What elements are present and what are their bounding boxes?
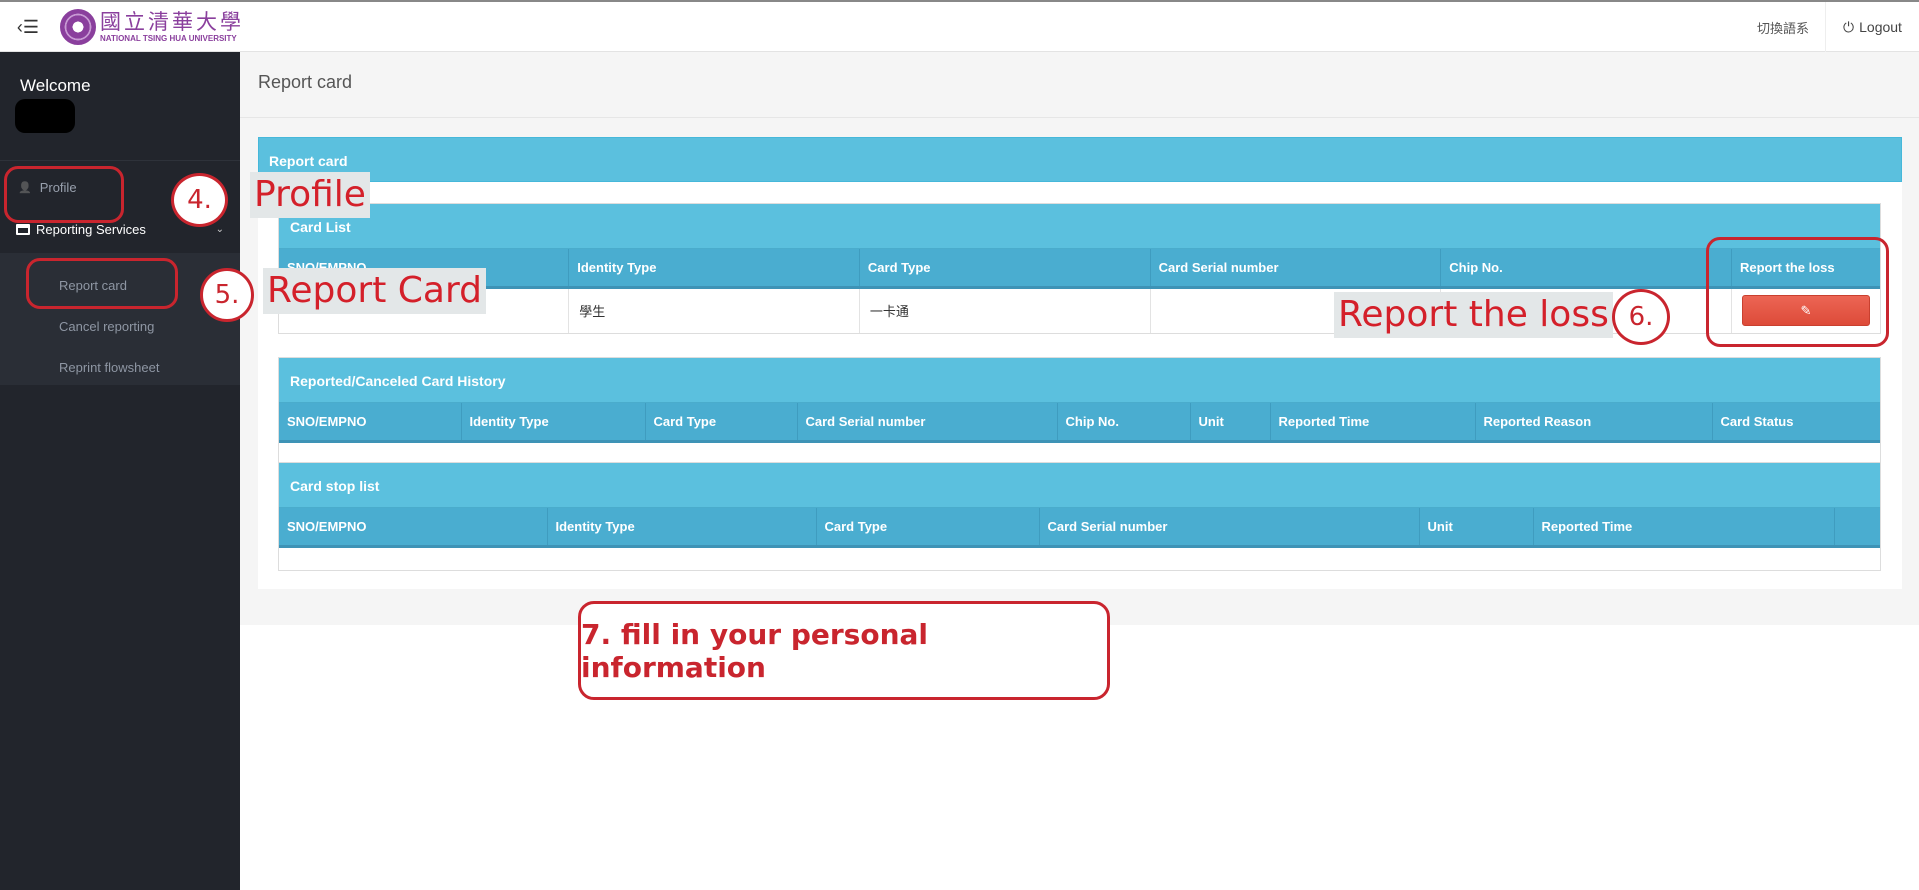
cell-card-type: 一卡通 <box>859 287 1151 333</box>
annotation-step-5: 5. <box>200 268 254 322</box>
column-header: Card Type <box>645 403 798 443</box>
column-header: Reported Time <box>1533 508 1835 548</box>
column-header: Reported Time <box>1270 403 1476 443</box>
column-header: Card Type <box>816 508 1040 548</box>
card-stop-list-heading: Card stop list <box>279 463 1880 508</box>
panel-heading: Report card <box>258 137 1902 182</box>
annotation-step-4: 4. <box>171 173 228 227</box>
column-header: Reported Reason <box>1475 403 1713 443</box>
card-history-heading: Reported/Canceled Card History <box>279 358 1880 403</box>
annotation-highlight-profile <box>4 166 124 223</box>
welcome-text: Welcome <box>20 76 91 95</box>
university-logo[interactable]: 國立清華大學 NATIONAL TSING HUA UNIVERSITY <box>60 6 244 48</box>
column-header: SNO/EMPNO <box>279 403 462 443</box>
column-header: Card Serial number <box>797 403 1058 443</box>
annotation-step-6: 6. <box>1612 289 1670 345</box>
main-content: Report card Report card Card List SNO/EM… <box>240 52 1919 625</box>
column-header: Card Serial number <box>1150 249 1442 289</box>
title-divider <box>240 117 1919 118</box>
logout-button[interactable]: ⏻ Logout <box>1825 2 1919 52</box>
page-title: Report card <box>258 72 353 92</box>
power-icon: ⏻ <box>1843 18 1855 35</box>
card-list-heading: Card List <box>279 204 1880 249</box>
empty-table-body <box>279 548 1880 570</box>
submenu-item-reprint-flowsheet[interactable]: Reprint flowsheet <box>59 360 159 375</box>
logo-chinese-name: 國立清華大學 <box>100 9 244 34</box>
annotation-highlight-report-loss <box>1706 237 1889 347</box>
top-navbar: ‹☰ 國立清華大學 NATIONAL TSING HUA UNIVERSITY … <box>0 0 1919 52</box>
card-stop-list-panel: Card stop list SNO/EMPNO Identity Type C… <box>278 462 1881 571</box>
column-header: Card Status <box>1712 403 1880 443</box>
credit-card-icon <box>16 223 30 235</box>
annotation-step-7-note: 7. fill in your personal information <box>578 601 1110 700</box>
sidebar-divider <box>0 160 240 161</box>
logo-english-name: NATIONAL TSING HUA UNIVERSITY <box>100 33 237 43</box>
card-history-table: SNO/EMPNO Identity Type Card Type Card S… <box>279 403 1880 443</box>
annotation-label-profile: Profile <box>250 172 370 218</box>
column-header: Chip No. <box>1440 249 1732 289</box>
university-seal-icon <box>60 9 96 45</box>
card-history-panel: Reported/Canceled Card History SNO/EMPNO… <box>278 357 1881 466</box>
chevron-down-icon: ⌄ <box>215 223 224 235</box>
annotation-label-report-card: Report Card <box>263 268 486 314</box>
cell-identity-type: 學生 <box>568 287 860 333</box>
redacted-username <box>15 99 75 133</box>
column-header: Unit <box>1419 508 1534 548</box>
annotation-label-report-loss: Report the loss <box>1334 292 1613 338</box>
sidebar-item-label: Reporting Services <box>36 221 146 237</box>
logout-label: Logout <box>1859 19 1902 35</box>
submenu-item-cancel-reporting[interactable]: Cancel reporting <box>59 319 154 334</box>
column-header: Chip No. <box>1057 403 1191 443</box>
language-switch-link[interactable]: 切換語系 <box>1757 2 1809 52</box>
report-card-panel: Report card Card List SNO/EMPNO Identity… <box>258 137 1902 589</box>
sidebar-toggle-icon[interactable]: ‹☰ <box>0 2 56 52</box>
column-header: Unit <box>1190 403 1271 443</box>
column-header: SNO/EMPNO <box>279 508 548 548</box>
card-stop-list-table: SNO/EMPNO Identity Type Card Type Card S… <box>279 508 1880 548</box>
column-header: Identity Type <box>547 508 817 548</box>
column-header: Card Serial number <box>1039 508 1420 548</box>
column-header: Identity Type <box>461 403 646 443</box>
column-header: Identity Type <box>568 249 860 289</box>
column-header <box>1834 508 1880 548</box>
annotation-highlight-report-card <box>26 258 178 309</box>
column-header: Card Type <box>859 249 1151 289</box>
